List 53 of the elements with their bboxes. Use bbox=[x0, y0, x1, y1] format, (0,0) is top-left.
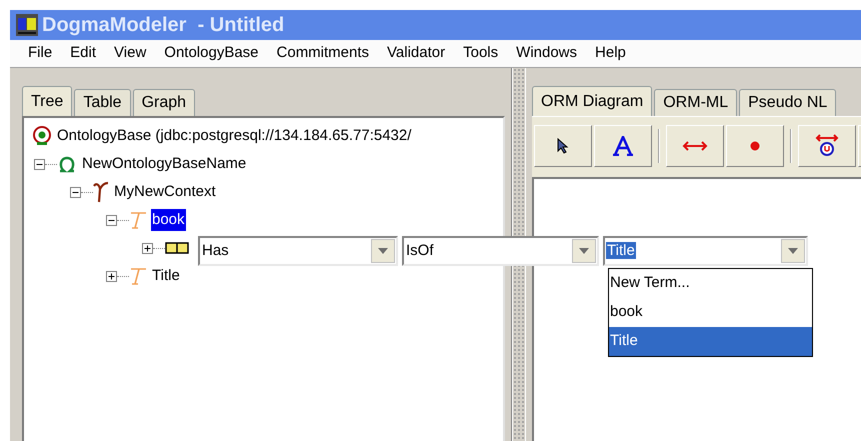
menu-item[interactable]: Windows bbox=[508, 40, 586, 67]
text-tool-icon bbox=[612, 136, 634, 156]
dropdown-option[interactable]: New Term... bbox=[609, 269, 812, 298]
menu-item[interactable]: OntologyBase bbox=[156, 40, 267, 67]
menu-item[interactable]: View bbox=[106, 40, 154, 67]
combo-value: IsOf bbox=[405, 242, 435, 259]
combo-box[interactable]: IsOf bbox=[402, 236, 599, 266]
tool-button[interactable] bbox=[534, 125, 592, 167]
tab[interactable]: Tree bbox=[22, 86, 72, 116]
combo-box[interactable]: Has bbox=[198, 236, 398, 266]
role-boxes-icon bbox=[165, 242, 189, 254]
tab[interactable]: Table bbox=[74, 89, 131, 116]
dropdown-option[interactable]: Title bbox=[609, 327, 812, 356]
term-icon bbox=[129, 210, 147, 230]
app-logo-icon bbox=[16, 14, 38, 36]
tree-item[interactable]: MyNewContext bbox=[113, 180, 217, 204]
term-icon bbox=[129, 266, 147, 286]
tool-button[interactable] bbox=[594, 125, 652, 167]
gamma-icon bbox=[93, 181, 109, 203]
tab[interactable]: Graph bbox=[132, 89, 196, 116]
splitter-handle[interactable] bbox=[512, 68, 526, 441]
menu-item[interactable]: Help bbox=[587, 40, 634, 67]
dropdown-option[interactable]: book bbox=[609, 298, 812, 327]
pointer-icon bbox=[557, 138, 569, 154]
tab[interactable]: ORM-ML bbox=[654, 89, 738, 116]
tree-item[interactable]: OntologyBase (jdbc:postgresql://134.184.65.77:5432/ bbox=[56, 124, 412, 148]
expand-icon[interactable] bbox=[142, 242, 153, 254]
window-title: DogmaModeler - Untitled bbox=[42, 13, 284, 38]
double-arrow-icon bbox=[682, 141, 708, 151]
dot-icon bbox=[750, 141, 760, 151]
omega-icon bbox=[57, 155, 77, 173]
combo-value: Title bbox=[606, 242, 636, 259]
tree-item[interactable]: NewOntologyBaseName bbox=[81, 152, 248, 176]
expand-icon[interactable] bbox=[106, 270, 117, 282]
tool-button[interactable] bbox=[726, 125, 784, 167]
collapse-icon[interactable] bbox=[70, 186, 81, 198]
tool-button[interactable] bbox=[798, 125, 856, 167]
uniqueness-constraint-icon bbox=[815, 134, 839, 158]
collapse-icon[interactable] bbox=[34, 158, 45, 170]
combo-value: Has bbox=[201, 242, 230, 259]
tab[interactable]: Pseudo NL bbox=[739, 89, 836, 116]
tab[interactable]: ORM Diagram bbox=[532, 86, 652, 116]
menu-item[interactable]: Tools bbox=[455, 40, 506, 67]
menu-item[interactable]: File bbox=[20, 40, 60, 67]
tree-item[interactable]: book bbox=[151, 208, 186, 232]
menu-item[interactable]: Commitments bbox=[268, 40, 378, 67]
collapse-icon[interactable] bbox=[106, 214, 117, 226]
menu-item[interactable]: Edit bbox=[62, 40, 104, 67]
database-globe-icon bbox=[32, 126, 52, 146]
menu-item[interactable]: Validator bbox=[379, 40, 454, 67]
tool-button[interactable] bbox=[666, 125, 724, 167]
combo-box[interactable]: Title bbox=[603, 236, 808, 266]
tree-item[interactable]: Title bbox=[151, 264, 181, 288]
